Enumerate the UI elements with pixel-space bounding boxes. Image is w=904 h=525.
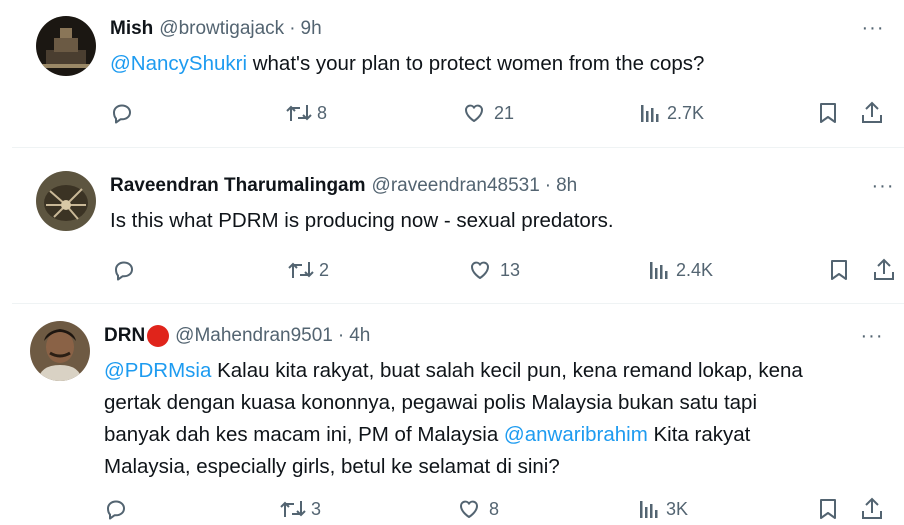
- views-button[interactable]: 2.4K: [648, 258, 713, 282]
- view-count: 2.7K: [667, 102, 705, 123]
- retweet-count: 3: [311, 498, 322, 519]
- mention-link[interactable]: @NancyShukri: [110, 52, 247, 75]
- tweet-text: @PDRMsia Kalau kita rakyat, buat salah k…: [104, 355, 899, 483]
- mention-link[interactable]: @anwaribrahim: [504, 423, 648, 446]
- share-icon: [862, 101, 882, 123]
- reply-icon: [115, 261, 133, 281]
- retweet-button[interactable]: 2: [287, 258, 329, 282]
- reply-icon: [107, 500, 125, 520]
- tweet-header: DRN @Mahendran9501 · 4h: [104, 325, 370, 347]
- bookmark-icon: [820, 499, 836, 519]
- red-circle-icon: [147, 325, 170, 347]
- views-button[interactable]: 3K: [638, 497, 688, 521]
- bookmark-icon: [820, 103, 836, 123]
- heart-icon: [465, 104, 483, 122]
- share-button[interactable]: [860, 100, 884, 126]
- bookmark-button[interactable]: [817, 497, 839, 521]
- author-name[interactable]: DRN: [104, 325, 145, 347]
- mention-link[interactable]: @PDRMsia: [104, 359, 211, 382]
- heart-icon: [471, 261, 489, 279]
- text-line: gertak dengan kuasa kononnya, pegawai po…: [104, 391, 758, 414]
- timestamp[interactable]: 8h: [556, 175, 577, 197]
- view-count: 2.4K: [676, 259, 714, 280]
- retweet-button[interactable]: 3: [279, 497, 321, 521]
- reply-button[interactable]: [104, 497, 136, 521]
- like-count: 13: [500, 259, 521, 280]
- more-options-icon[interactable]: ···: [860, 18, 886, 44]
- text-segment: banyak dah kes macam ini, PM of Malaysia: [104, 423, 504, 446]
- reply-icon: [113, 104, 131, 124]
- text-segment: Kalau kita rakyat, buat salah kecil pun,…: [211, 359, 803, 382]
- timestamp[interactable]: 9h: [301, 18, 322, 40]
- view-count: 3K: [666, 498, 689, 519]
- bookmark-icon: [831, 260, 847, 280]
- author-handle[interactable]: @Mahendran9501: [175, 325, 333, 347]
- like-button[interactable]: 13: [468, 258, 520, 282]
- retweet-button[interactable]: 8: [285, 101, 327, 125]
- tweet-text-content: what's your plan to protect women from t…: [247, 52, 705, 75]
- analytics-icon: [641, 105, 659, 122]
- tweet-header: Mish @browtigajack · 9h: [110, 18, 322, 40]
- bookmark-button[interactable]: [828, 258, 850, 282]
- author-handle[interactable]: @raveendran48531: [372, 175, 540, 197]
- retweet-icon: [288, 262, 314, 278]
- bookmark-button[interactable]: [817, 101, 839, 125]
- tweet-header: Raveendran Tharumalingam @raveendran4853…: [110, 175, 577, 197]
- reply-button[interactable]: [110, 101, 142, 125]
- analytics-icon: [650, 262, 668, 279]
- more-options-icon[interactable]: ···: [870, 176, 896, 202]
- share-button[interactable]: [860, 496, 884, 522]
- views-button[interactable]: 2.7K: [639, 101, 704, 125]
- tweet[interactable]: Raveendran Tharumalingam @raveendran4853…: [12, 148, 904, 304]
- share-icon: [874, 258, 894, 280]
- retweet-icon: [280, 501, 306, 517]
- retweet-icon: [286, 105, 312, 121]
- retweet-count: 2: [319, 259, 330, 280]
- author-name[interactable]: Raveendran Tharumalingam: [110, 175, 366, 197]
- like-button[interactable]: 21: [462, 101, 514, 125]
- text-line: @PDRMsia Kalau kita rakyat, buat salah k…: [104, 355, 899, 387]
- text-line: Malaysia, especially girls, betul ke sel…: [104, 455, 560, 478]
- heart-icon: [460, 500, 478, 518]
- analytics-icon: [640, 501, 658, 518]
- separator-dot: ·: [337, 325, 345, 346]
- avatar[interactable]: [36, 16, 96, 76]
- avatar[interactable]: [30, 321, 90, 381]
- like-button[interactable]: 8: [457, 497, 499, 521]
- text-line: banyak dah kes macam ini, PM of Malaysia…: [104, 419, 899, 451]
- tweet[interactable]: DRN @Mahendran9501 · 4h ··· @PDRMsia Kal…: [0, 304, 904, 525]
- like-count: 8: [489, 498, 500, 519]
- author-handle[interactable]: @browtigajack: [159, 18, 284, 40]
- text-segment: Kita rakyat: [647, 423, 751, 446]
- retweet-count: 8: [317, 102, 328, 123]
- share-button[interactable]: [872, 257, 896, 283]
- tweet[interactable]: Mish @browtigajack · 9h ··· @NancyShukri…: [0, 0, 904, 148]
- tweet-text: @NancyShukri what's your plan to protect…: [110, 48, 890, 80]
- tweet-text: Is this what PDRM is producing now - sex…: [110, 209, 614, 232]
- reply-button[interactable]: [112, 258, 144, 282]
- more-options-icon[interactable]: ···: [859, 326, 885, 352]
- share-icon: [862, 497, 882, 519]
- author-name[interactable]: Mish: [110, 18, 153, 40]
- separator-dot: ·: [289, 18, 296, 39]
- timestamp[interactable]: 4h: [349, 325, 370, 347]
- like-count: 21: [494, 102, 515, 123]
- separator-dot: ·: [544, 175, 552, 196]
- avatar[interactable]: [36, 171, 96, 231]
